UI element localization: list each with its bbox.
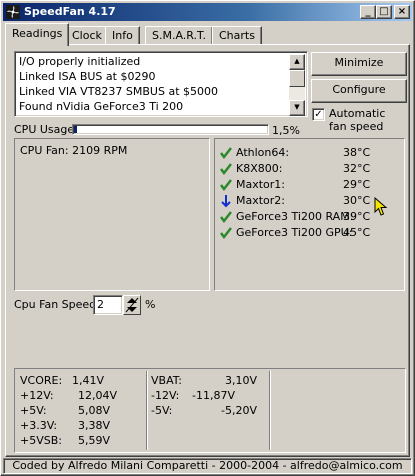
temp-value: 29°C (343, 178, 371, 191)
tab-clock[interactable]: Clock (65, 26, 109, 45)
log-line: Linked ISA BUS at $0290 (19, 70, 156, 83)
automatic-fan-speed-label: Automatic fan speed (329, 107, 386, 133)
tab-info[interactable]: Info (105, 26, 140, 45)
voltage-value: 1,41V (72, 374, 105, 387)
temp-row: K8X800: 32°C (219, 161, 399, 177)
temp-value: 38°C (343, 146, 371, 159)
log-line: I/O properly initialized (19, 55, 141, 68)
cpu-fan-speed-label: Cpu Fan Speed: (14, 298, 100, 311)
voltages-left-column: VCORE: 1,41V +12V: 12,04V +5V: 5,08V +3.3V:… (20, 373, 140, 448)
minimize-button[interactable]: Minimize (311, 52, 407, 76)
voltage-label: +3.3V: (20, 419, 58, 432)
cpu-fan-speed-spinner[interactable] (123, 295, 141, 315)
voltage-value: 5,08V (78, 404, 111, 417)
voltage-value: -11,87V (192, 389, 235, 402)
cpu-fan-reading: CPU Fan: 2109 RPM (20, 144, 128, 157)
voltage-label: -12V: (151, 389, 180, 402)
minimize-window-button[interactable]: _ (360, 5, 376, 19)
temp-row: Maxtor2: 30°C (219, 193, 399, 209)
temp-value: 30°C (343, 194, 371, 207)
cpu-usage-label: CPU Usage (14, 123, 75, 136)
voltage-row: VCORE: 1,41V (20, 373, 140, 388)
log-line: Linked VIA VT8237 SMBUS at $5000 (19, 85, 218, 98)
check-icon (220, 179, 232, 192)
voltage-value: 3,38V (78, 419, 111, 432)
voltage-row: +12V: 12,04V (20, 388, 140, 403)
check-icon (220, 211, 232, 224)
check-icon (220, 227, 232, 240)
close-window-button[interactable]: × (394, 5, 410, 19)
tab-smart[interactable]: S.M.A.R.T. (145, 26, 213, 45)
speedfan-window: SpeedFan 4.17 _ □ × Readings Clock Info … (0, 0, 415, 476)
voltage-row: +5V: 5,08V (20, 403, 140, 418)
tab-readings[interactable]: Readings (5, 23, 70, 46)
fan-speed-unit: % (145, 298, 156, 311)
voltage-row: +5VSB: 5,59V (20, 433, 140, 448)
maximize-window-button[interactable]: □ (376, 5, 392, 19)
scroll-down-icon[interactable]: ▼ (289, 100, 305, 116)
title-bar[interactable]: SpeedFan 4.17 _ □ × (3, 3, 412, 21)
cpu-usage-fill (74, 126, 77, 133)
mouse-pointer-icon (374, 197, 388, 216)
tab-charts[interactable]: Charts (212, 26, 262, 45)
cpu-fan-speed-input[interactable]: 2 (93, 295, 123, 315)
automatic-fan-speed-checkbox[interactable]: ✓ (312, 108, 325, 121)
check-icon (220, 163, 232, 176)
voltage-row: -12V: -11,87V (151, 388, 266, 403)
fan-icon (6, 5, 20, 19)
voltage-divider (269, 371, 271, 450)
scroll-thumb[interactable] (289, 70, 305, 87)
voltage-value: 12,04V (78, 389, 118, 402)
window-title: SpeedFan 4.17 (24, 5, 116, 18)
arrow-down-icon (221, 195, 231, 208)
temp-row: Maxtor1: 29°C (219, 177, 399, 193)
temp-row: GeForce3 Ti200 GPU: 45°C (219, 225, 399, 241)
fans-box: CPU Fan: 2109 RPM (14, 138, 210, 291)
cpu-usage-percent: 1,5% (272, 124, 300, 137)
temp-label: K8X800: (236, 162, 283, 175)
voltage-value: 5,59V (78, 434, 111, 447)
voltage-divider (146, 371, 148, 450)
voltages-right-column: VBAT: 3,10V -12V: -11,87V -5V: -5,20V (151, 373, 266, 418)
log-scrollbar[interactable]: ▲ ▼ (289, 54, 305, 116)
temp-row: Athlon64: 38°C (219, 145, 399, 161)
voltage-value: -5,20V (221, 404, 257, 417)
temp-label: GeForce3 Ti200 RAM: (236, 210, 354, 223)
voltage-value: 3,10V (224, 374, 257, 387)
temp-value: 39°C (343, 210, 371, 223)
voltages-box: VCORE: 1,41V +12V: 12,04V +5V: 5,08V +3.3V:… (14, 368, 406, 453)
temp-row: GeForce3 Ti200 RAM: 39°C (219, 209, 399, 225)
temp-value: 45°C (343, 226, 371, 239)
voltage-label: VBAT: (151, 374, 182, 387)
voltage-row: -5V: -5,20V (151, 403, 266, 418)
check-icon (220, 147, 232, 160)
temp-label: Maxtor2: (236, 194, 286, 207)
voltage-label: VCORE: (20, 374, 63, 387)
temp-label: GeForce3 Ti200 GPU: (236, 226, 353, 239)
readings-panel: I/O properly initialized Linked ISA BUS … (5, 44, 410, 457)
temp-label: Maxtor1: (236, 178, 286, 191)
voltage-label: -5V: (151, 404, 173, 417)
cpu-usage-bar (72, 124, 269, 135)
temp-label: Athlon64: (236, 146, 290, 159)
configure-button[interactable]: Configure (311, 79, 407, 103)
log-line: Found nVidia GeForce3 Ti 200 (19, 100, 184, 113)
voltage-label: +5V: (20, 404, 47, 417)
scroll-up-icon[interactable]: ▲ (289, 54, 305, 70)
temp-value: 32°C (343, 162, 371, 175)
voltage-row: +3.3V: 3,38V (20, 418, 140, 433)
spin-arrows-icon (125, 297, 139, 313)
voltage-row: VBAT: 3,10V (151, 373, 266, 388)
tab-strip: Readings Clock Info S.M.A.R.T. Charts (5, 23, 410, 46)
voltage-label: +12V: (20, 389, 54, 402)
voltage-label: +5VSB: (20, 434, 62, 447)
log-box[interactable]: I/O properly initialized Linked ISA BUS … (14, 51, 308, 117)
log-lines: I/O properly initialized Linked ISA BUS … (19, 54, 218, 114)
status-bar: Coded by Alfredo Milani Comparetti - 200… (3, 458, 412, 474)
